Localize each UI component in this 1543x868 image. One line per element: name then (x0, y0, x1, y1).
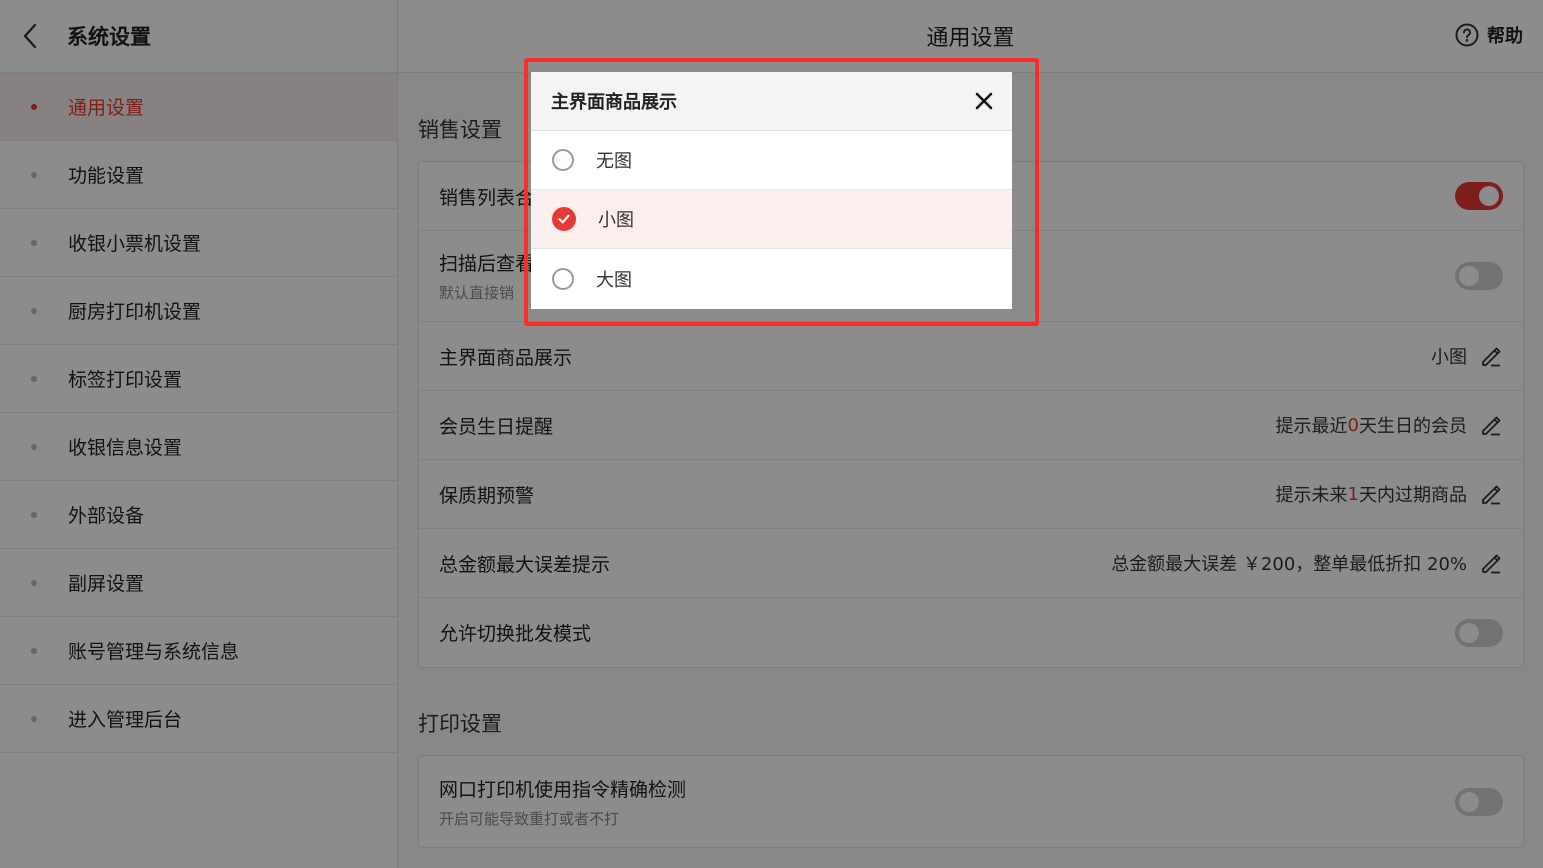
radio-checked-icon[interactable] (552, 207, 576, 231)
option-label: 无图 (596, 151, 632, 172)
dialog-header: 主界面商品展示 (531, 72, 1012, 131)
option-large-image[interactable]: 大图 (531, 249, 1012, 308)
close-icon[interactable] (974, 91, 994, 111)
option-label: 大图 (596, 269, 632, 291)
option-small-image[interactable]: 小图 (531, 190, 1012, 249)
radio-unchecked-icon[interactable] (552, 149, 574, 171)
dialog-title: 主界面商品展示 (551, 92, 677, 113)
option-no-image[interactable]: 无图 (531, 131, 1012, 190)
option-label: 小图 (598, 210, 634, 231)
radio-unchecked-icon[interactable] (552, 267, 574, 290)
display-mode-dialog: 主界面商品展示 无图 小图 大图 (531, 72, 1012, 309)
